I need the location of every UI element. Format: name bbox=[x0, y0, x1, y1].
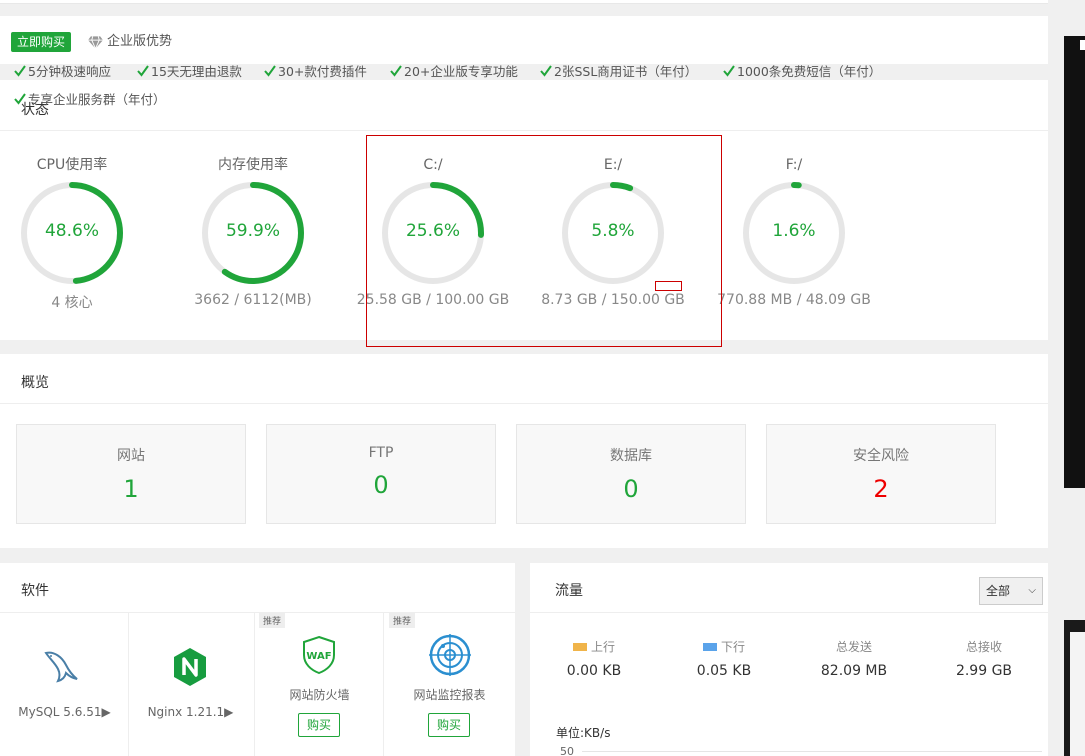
recommend-tag: 推荐 bbox=[259, 613, 286, 628]
upload-legend-swatch bbox=[572, 642, 587, 651]
recommend-tag: 推荐 bbox=[389, 613, 416, 628]
selection-highlight-marker bbox=[655, 281, 682, 291]
traffic-axis-tick: 50 bbox=[560, 745, 574, 756]
traffic-gridline bbox=[582, 751, 1042, 752]
feature-label: 1000条免费短信（年付） bbox=[737, 64, 882, 79]
feature-item: 专享企业服务群（年付） bbox=[14, 89, 166, 108]
stat-value: 0.05 KB bbox=[696, 663, 752, 679]
window-edge bbox=[1064, 36, 1085, 488]
upload-stat: 上行 0.00 KB bbox=[539, 638, 649, 679]
feature-item: 5分钟极速响应 bbox=[14, 61, 111, 80]
feature-item: 30+款付费插件 bbox=[264, 61, 367, 80]
check-icon bbox=[137, 64, 149, 77]
chevron-down-icon: ⌵ bbox=[1028, 585, 1036, 596]
window-edge-panel bbox=[1070, 632, 1085, 756]
feature-item: 1000条免费短信（年付） bbox=[723, 61, 881, 80]
check-icon bbox=[14, 92, 26, 105]
stat-label: 下行 bbox=[720, 640, 745, 654]
download-legend-swatch bbox=[702, 642, 717, 651]
check-icon bbox=[390, 64, 402, 77]
feature-label: 5分钟极速响应 bbox=[28, 64, 111, 79]
top-strip bbox=[0, 0, 1048, 4]
traffic-unit-label: 单位:KB/s bbox=[556, 726, 611, 740]
software-item-monitor[interactable]: 推荐 网站监控报表 购买 bbox=[385, 613, 514, 756]
total-sent-stat: 总发送 82.09 MB bbox=[799, 638, 909, 679]
software-item-waf[interactable]: 推荐 WAF 网站防火墙 购买 bbox=[255, 613, 384, 756]
disk-f-gauge[interactable]: F:/ 1.6% 770.88 MB / 48.09 GB bbox=[704, 155, 884, 308]
nginx-icon bbox=[174, 648, 206, 686]
monitor-radar-icon bbox=[429, 634, 471, 676]
overview-label: 数据库 bbox=[610, 448, 652, 464]
overview-security-risks[interactable]: 安全风险 2 bbox=[766, 424, 996, 524]
buy-monitor-button[interactable]: 购买 bbox=[428, 713, 470, 737]
traffic-title: 流量 bbox=[555, 583, 583, 599]
traffic-filter-select[interactable]: 全部 ⌵ bbox=[979, 577, 1043, 605]
waf-icon-label: WAF bbox=[306, 651, 331, 662]
divider bbox=[530, 612, 1048, 613]
gauge-percent: 1.6% bbox=[772, 221, 816, 241]
stat-value: 82.09 MB bbox=[820, 663, 888, 679]
memory-gauge[interactable]: 内存使用率 59.9% 3662 / 6112(MB) bbox=[163, 155, 343, 308]
cpu-gauge[interactable]: CPU使用率 48.6% 4 核心 bbox=[0, 155, 162, 311]
feature-label: 15天无理由退款 bbox=[151, 64, 242, 79]
gauge-percent: 59.9% bbox=[225, 221, 280, 241]
software-item-nginx[interactable]: Nginx 1.21.1▶ bbox=[126, 613, 255, 756]
stat-label: 上行 bbox=[590, 640, 615, 654]
enterprise-advantages-link[interactable]: 企业版优势 bbox=[88, 32, 172, 52]
waf-shield-icon: WAF bbox=[303, 635, 335, 675]
divider bbox=[0, 130, 1048, 131]
stat-label: 总发送 bbox=[835, 640, 872, 654]
software-item-mysql[interactable]: MySQL 5.6.51▶ bbox=[0, 613, 129, 756]
mysql-dolphin-icon bbox=[44, 651, 78, 683]
overview-databases[interactable]: 数据库 0 bbox=[516, 424, 746, 524]
diamond-icon bbox=[88, 36, 103, 49]
check-icon bbox=[540, 64, 552, 77]
overview-value: 0 bbox=[373, 471, 389, 499]
overview-ftp[interactable]: FTP 0 bbox=[266, 424, 496, 524]
gauge-label: 内存使用率 bbox=[218, 157, 288, 173]
gauge-label: F:/ bbox=[785, 157, 803, 173]
software-name: MySQL 5.6.51▶ bbox=[18, 705, 111, 719]
enterprise-advantages-label: 企业版优势 bbox=[107, 34, 173, 49]
window-edge-detail bbox=[1080, 40, 1085, 50]
divider bbox=[0, 403, 1048, 404]
gauge-percent: 48.6% bbox=[44, 221, 99, 241]
download-stat: 下行 0.05 KB bbox=[669, 638, 779, 679]
overview-label: 安全风险 bbox=[853, 448, 909, 464]
check-icon bbox=[723, 64, 735, 77]
feature-item: 15天无理由退款 bbox=[137, 61, 242, 80]
overview-value: 1 bbox=[123, 475, 139, 503]
select-value: 全部 bbox=[986, 584, 1011, 598]
overview-value: 2 bbox=[873, 475, 889, 503]
buy-waf-button[interactable]: 购买 bbox=[298, 713, 340, 737]
buy-now-button[interactable]: 立即购买 bbox=[11, 32, 71, 52]
feature-item: 2张SSL商用证书（年付） bbox=[540, 61, 697, 80]
total-received-stat: 总接收 2.99 GB bbox=[929, 638, 1039, 679]
overview-label: FTP bbox=[368, 445, 394, 461]
stat-value: 0.00 KB bbox=[566, 663, 622, 679]
check-icon bbox=[14, 64, 26, 77]
feature-label: 30+款付费插件 bbox=[278, 64, 367, 79]
overview-websites[interactable]: 网站 1 bbox=[16, 424, 246, 524]
software-name: 网站监控报表 bbox=[413, 688, 486, 702]
feature-item: 20+企业版专享功能 bbox=[390, 61, 518, 80]
feature-label: 2张SSL商用证书（年付） bbox=[554, 64, 698, 79]
gauge-label: CPU使用率 bbox=[36, 157, 108, 173]
feature-label: 专享企业服务群（年付） bbox=[28, 92, 166, 107]
check-icon bbox=[264, 64, 276, 77]
selection-highlight-box bbox=[366, 135, 722, 347]
software-title: 软件 bbox=[21, 583, 49, 599]
software-name: Nginx 1.21.1▶ bbox=[147, 705, 234, 719]
dashboard-page: 立即购买 企业版优势 5分钟极速响应 15天无理由退款 30+款付费插件 20+… bbox=[0, 0, 1085, 756]
overview-value: 0 bbox=[623, 475, 639, 503]
software-name: 网站防火墙 bbox=[289, 688, 350, 702]
feature-label: 20+企业版专享功能 bbox=[404, 64, 518, 79]
stat-label: 总接收 bbox=[965, 640, 1002, 654]
overview-label: 网站 bbox=[117, 448, 145, 464]
stat-value: 2.99 GB bbox=[955, 663, 1013, 679]
overview-title: 概览 bbox=[21, 375, 49, 391]
